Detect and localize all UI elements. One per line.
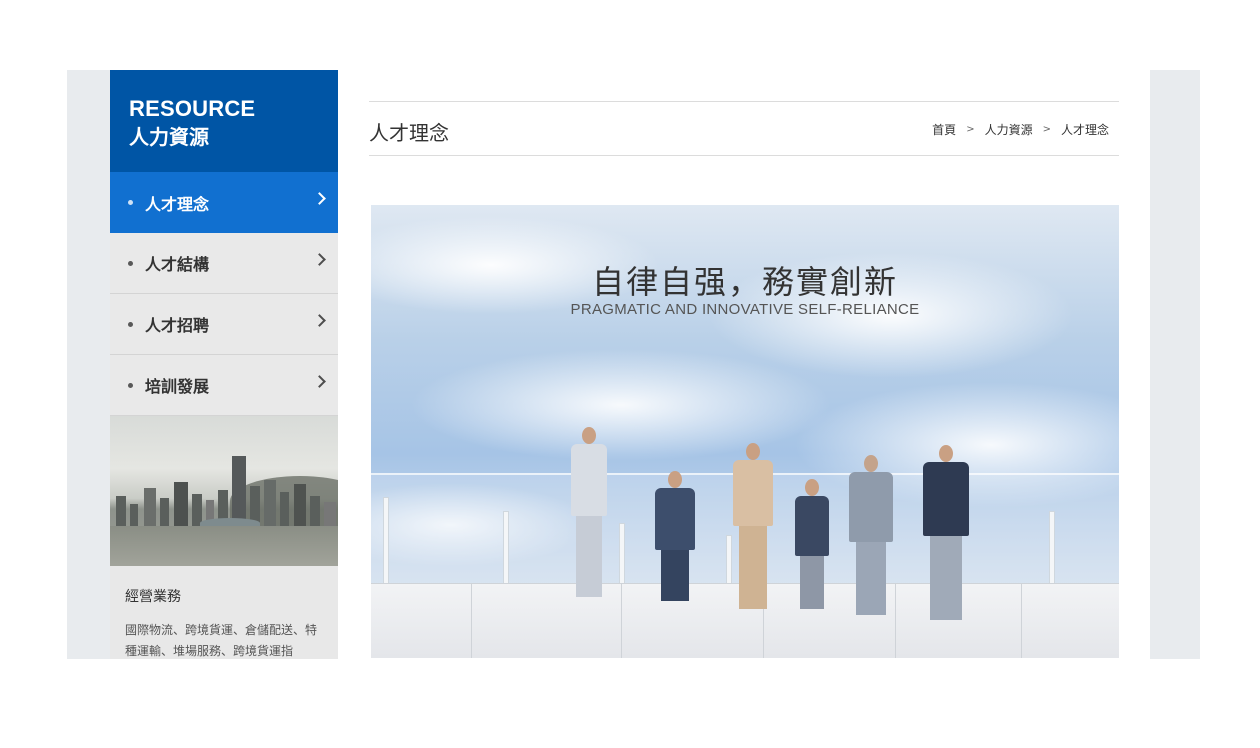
business-text: 國際物流、跨境貨運、倉儲配送、特種運輸、堆場服務、跨境貨運指 [125, 623, 318, 658]
ledge-seam [621, 584, 622, 658]
skyline-building [310, 496, 320, 526]
person-figure [923, 445, 969, 620]
breadcrumb: 首頁 > 人力資源 > 人才理念 [932, 121, 1109, 138]
person-jacket [733, 460, 773, 526]
skyline-building [324, 502, 336, 526]
sidebar-header-zh: 人力資源 [129, 125, 209, 149]
person-jacket [923, 462, 969, 536]
skyline-building [144, 488, 156, 526]
breadcrumb-resource[interactable]: 人力資源 [985, 121, 1033, 138]
bullet-dot-icon [128, 260, 133, 266]
railing-post [619, 523, 625, 585]
person-jacket [655, 488, 695, 550]
person-head [746, 443, 760, 460]
bullet-dot-icon [128, 200, 133, 205]
business-title: 經營業務 [125, 589, 181, 605]
sidebar-item-label: 人才結構 [145, 255, 210, 274]
skyline-building [294, 484, 306, 526]
page-frame: RESOURCE 人力資源 人才理念 人才結構 人才招聘 培訓發展 經營業務 國… [67, 70, 1200, 659]
person-head [805, 479, 819, 496]
sidebar-item-talent-philosophy[interactable]: 人才理念 [110, 172, 338, 233]
main-panel: 人才理念 首頁 > 人力資源 > 人才理念 自律自强，務實創新 PRAGMATI… [369, 101, 1119, 658]
breadcrumb-separator: > [966, 124, 975, 135]
breadcrumb-separator: > [1042, 124, 1051, 135]
railing-post [726, 535, 732, 585]
harbour-water [110, 526, 338, 566]
sidebar-item-label: 人才招聘 [145, 316, 210, 335]
person-head [939, 445, 953, 462]
bullet-dot-icon [128, 382, 133, 388]
skyline-building [264, 480, 276, 526]
skyline-building [174, 482, 188, 526]
city-skyline-image [110, 416, 338, 566]
person-jacket [795, 496, 829, 556]
person-head [668, 471, 682, 488]
ledge-seam [1021, 584, 1022, 658]
page-title: 人才理念 [369, 121, 449, 145]
banner-slogan-en: PRAGMATIC AND INNOVATIVE SELF-RELIANCE [570, 301, 920, 318]
banner-slogan-zh: 自律自强，務實創新 [591, 263, 898, 301]
hero-banner: 自律自强，務實創新 PRAGMATIC AND INNOVATIVE SELF-… [371, 205, 1119, 658]
breadcrumb-current: 人才理念 [1060, 123, 1109, 137]
person-legs [576, 516, 602, 597]
person-figure [733, 443, 773, 609]
person-jacket [849, 472, 893, 542]
person-figure [795, 479, 829, 609]
chevron-right-icon [313, 375, 326, 388]
chevron-right-icon [313, 253, 326, 266]
person-legs [929, 536, 963, 620]
sidebar-item-label: 培訓發展 [145, 377, 210, 396]
person-legs [855, 542, 887, 615]
ledge-seam [471, 584, 472, 658]
person-legs [661, 550, 689, 601]
person-legs [800, 556, 824, 609]
chevron-right-icon [313, 314, 326, 327]
skyline-tower [232, 456, 246, 526]
skyline-building [160, 498, 169, 526]
railing-post [383, 497, 389, 585]
sidebar-header: RESOURCE 人力資源 [110, 70, 338, 172]
person-figure [571, 427, 607, 597]
person-figure [655, 471, 695, 601]
person-jacket [571, 444, 607, 516]
business-section: 經營業務 國際物流、跨境貨運、倉儲配送、特種運輸、堆場服務、跨境貨運指 [110, 566, 338, 659]
person-legs [739, 526, 767, 609]
railing-post [503, 511, 509, 585]
sidebar-item-recruitment[interactable]: 人才招聘 [110, 294, 338, 355]
sidebar-item-talent-structure[interactable]: 人才結構 [110, 233, 338, 294]
person-figure [849, 455, 893, 615]
bullet-dot-icon [128, 321, 133, 327]
ledge-seam [895, 584, 896, 658]
skyline-building [116, 496, 126, 526]
title-bar: 人才理念 首頁 > 人力資源 > 人才理念 [369, 101, 1119, 156]
person-head [864, 455, 878, 472]
skyline-building [280, 492, 289, 526]
content-area: RESOURCE 人力資源 人才理念 人才結構 人才招聘 培訓發展 經營業務 國… [110, 70, 1150, 659]
sidebar-header-en: RESOURCE [129, 96, 256, 121]
chevron-right-icon [313, 192, 326, 205]
breadcrumb-home[interactable]: 首頁 [932, 121, 956, 138]
sidebar: RESOURCE 人力資源 人才理念 人才結構 人才招聘 培訓發展 經營業務 國… [110, 70, 338, 659]
sidebar-item-label: 人才理念 [145, 194, 210, 214]
person-head [582, 427, 596, 444]
sidebar-item-training[interactable]: 培訓發展 [110, 355, 338, 416]
skyline-building [130, 504, 138, 526]
